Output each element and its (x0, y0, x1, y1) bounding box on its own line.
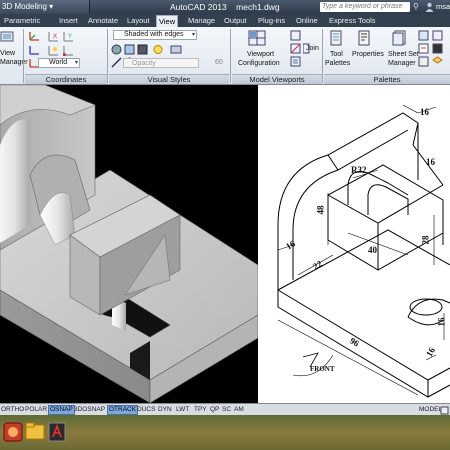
sheet-set-label-2[interactable]: Manager (388, 59, 416, 68)
tool-palettes-label-1[interactable]: Tool (330, 50, 343, 59)
command-line-icon[interactable] (432, 43, 443, 54)
tab-manage[interactable]: Manage (186, 15, 217, 27)
svg-text:Y: Y (68, 34, 72, 40)
taskbar (0, 415, 450, 450)
edge-effects-icon[interactable] (111, 57, 122, 68)
dim-r32: R32 (351, 165, 367, 175)
restore-icon[interactable] (290, 56, 301, 67)
opacity-slider[interactable]: Opacity (123, 58, 199, 68)
sheet-set-manager-icon[interactable] (392, 30, 408, 46)
ucs-z-icon[interactable] (28, 44, 42, 56)
quick-calc-icon[interactable] (418, 56, 429, 67)
layers-icon[interactable] (432, 56, 443, 67)
status-qp[interactable]: QP (209, 405, 220, 415)
svg-text:X: X (53, 34, 57, 40)
tab-plug-ins[interactable]: Plug-ins (256, 15, 287, 27)
external-references-icon[interactable] (432, 30, 443, 41)
isolines-icon[interactable] (111, 44, 122, 55)
ucs-icon[interactable] (28, 30, 42, 42)
ucs-y-icon[interactable]: Y (63, 30, 75, 42)
sheet-set-label-1[interactable]: Sheet Set (388, 50, 419, 59)
coordinates-panel-label: Coordinates (25, 74, 107, 84)
dim-top-16: 16 (420, 107, 429, 117)
workspace-switcher[interactable]: 3D Modeling ▾ (0, 0, 90, 14)
drawing-viewport[interactable]: 16 R32 16 48 16 40 28 22 16 16 96 FRONT (258, 85, 450, 403)
status-tpy[interactable]: TPY (193, 405, 208, 415)
search-input[interactable]: Type a keyword or phrase (320, 2, 410, 12)
tool-palettes-icon[interactable] (329, 30, 343, 46)
status-ducs[interactable]: DUCS (136, 405, 156, 415)
dim-48: 48 (315, 205, 326, 215)
shaded-3d-model (0, 84, 259, 404)
model-viewports-panel-label: Model Viewports (232, 74, 322, 84)
opacity-value[interactable]: 60 (215, 58, 223, 67)
title-bar: 3D Modeling ▾ AutoCAD 2013 mech1.dwg Typ… (0, 0, 450, 14)
media-player-icon[interactable] (2, 417, 24, 447)
tab-express-tools[interactable]: Express Tools (327, 15, 378, 27)
shaded-viewport[interactable] (0, 84, 259, 404)
tab-output[interactable]: Output (222, 15, 249, 27)
viewport-config-label-1[interactable]: Viewport (247, 50, 274, 59)
dim-28: 28 (420, 235, 431, 245)
ribbon: View Manager X Y World Coordinates Shade… (0, 27, 450, 85)
tool-palettes-label-2[interactable]: Palettes (325, 59, 350, 68)
join-label[interactable]: Join (306, 44, 319, 53)
xray-icon[interactable] (124, 44, 135, 55)
palettes-panel-label: Palettes (324, 74, 450, 84)
user-name[interactable]: msal (436, 0, 450, 14)
status-otrack[interactable]: OTRACK (107, 405, 139, 415)
binoculars-icon[interactable]: ⚲ (413, 2, 423, 12)
front-label: FRONT (310, 365, 335, 373)
tab-online[interactable]: Online (294, 15, 320, 27)
properties-icon[interactable] (357, 30, 371, 46)
file-name: mech1.dwg (236, 2, 280, 12)
status-lwt[interactable]: LWT (175, 405, 190, 415)
tab-layout[interactable]: Layout (125, 15, 152, 27)
tab-insert[interactable]: Insert (57, 15, 80, 27)
ucs-3point-icon[interactable] (48, 44, 60, 56)
tab-annotate[interactable]: Annotate (86, 15, 120, 27)
window-title: AutoCAD 2013 mech1.dwg (170, 0, 280, 14)
status-bar: ORTHO POLAR OSNAP 3DOSNAP OTRACK DUCS DY… (0, 403, 450, 415)
app-title: AutoCAD 2013 (170, 2, 227, 12)
autocad-taskbar-icon[interactable] (46, 417, 68, 447)
status-ortho[interactable]: ORTHO (0, 405, 25, 415)
markup-set-icon[interactable] (418, 43, 429, 54)
view-manager-icon[interactable] (0, 30, 14, 44)
visual-style-dropdown[interactable]: Shaded with edges (113, 30, 197, 40)
view-manager-label-1[interactable]: View (0, 49, 15, 58)
status-dyn[interactable]: DYN (157, 405, 173, 415)
status-polar[interactable]: POLAR (24, 405, 48, 415)
visual-styles-panel-label: Visual Styles (109, 74, 229, 84)
face-style-icon[interactable] (169, 44, 183, 55)
user-icon[interactable] (425, 2, 434, 12)
light-icon[interactable] (151, 44, 165, 55)
opacity-label: Opacity (132, 60, 156, 67)
design-center-icon[interactable] (418, 30, 429, 41)
properties-label[interactable]: Properties (352, 50, 384, 59)
workspace-name: 3D Modeling (2, 2, 47, 11)
status-sc[interactable]: SC (221, 405, 232, 415)
layout-icon[interactable] (440, 406, 449, 415)
ucs-dropdown[interactable]: World (38, 58, 80, 68)
ucs-x-icon[interactable]: X (48, 30, 60, 42)
status-3dosnap[interactable]: 3DOSNAP (73, 405, 106, 415)
tab-parametric[interactable]: Parametric (2, 15, 42, 27)
dim-right-16: 16 (436, 317, 447, 327)
viewport-config-label-2[interactable]: Configuration (238, 59, 280, 68)
ucs-origin-icon[interactable] (63, 44, 75, 56)
status-osnap[interactable]: OSNAP (48, 405, 75, 415)
dim-40: 40 (368, 245, 377, 255)
ribbon-tabs: Parametric Insert Annotate Layout View M… (0, 14, 450, 27)
explorer-icon[interactable] (24, 417, 46, 447)
tab-view[interactable]: View (156, 15, 179, 27)
viewport-configuration-icon[interactable] (248, 30, 266, 46)
dim-slot-16: 16 (426, 157, 435, 167)
status-am[interactable]: AM (233, 405, 245, 415)
clip-icon[interactable] (290, 43, 301, 54)
shadows-icon[interactable] (137, 44, 148, 55)
named-viewports-icon[interactable] (290, 30, 301, 41)
